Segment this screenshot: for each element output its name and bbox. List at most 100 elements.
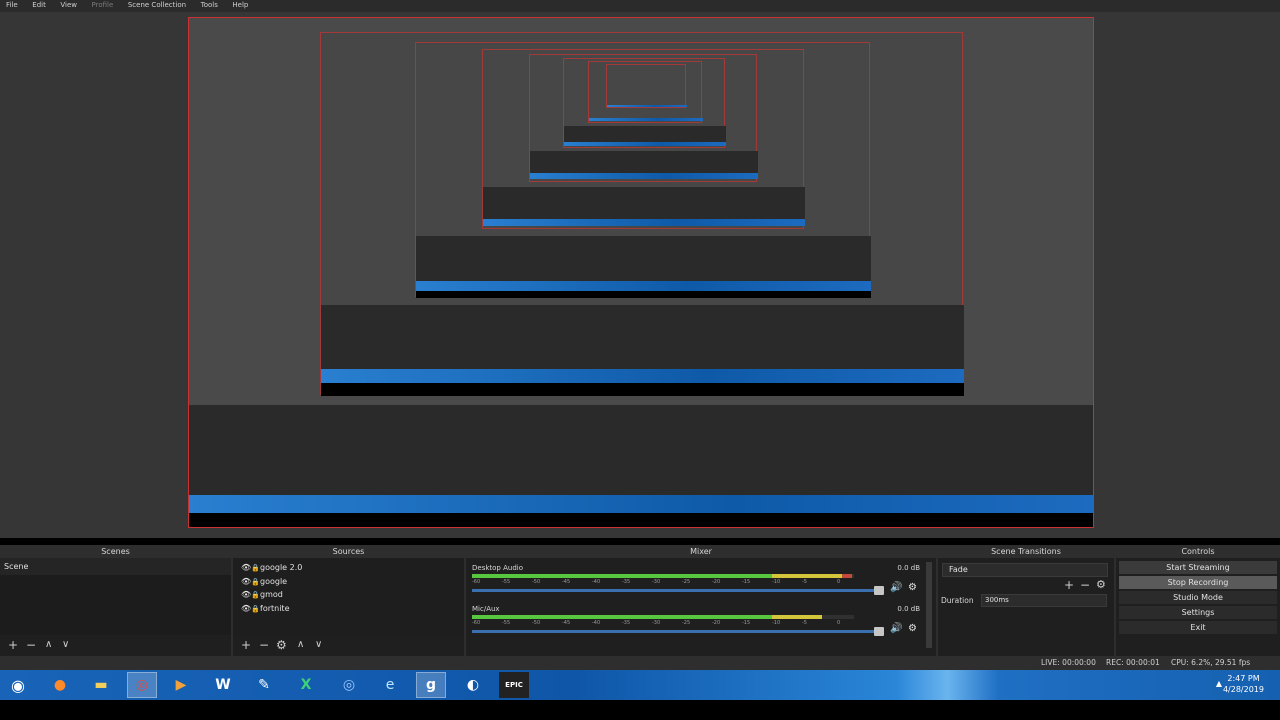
tick: -60 [472,579,481,585]
tick: -40 [592,620,601,626]
source-label: google 2.0 [260,563,303,572]
remove-scene-button[interactable]: − [26,638,36,652]
nested-preview-2 [320,32,964,396]
duration-spinbox[interactable]: 300ms [981,594,1107,607]
visibility-eye-icon[interactable]: 👁 [241,575,251,589]
tick: -5 [802,579,807,585]
visibility-eye-icon[interactable]: 👁 [241,561,251,575]
sources-panel: Sources 👁🔒google 2.0 👁🔒google 👁🔒gmod 👁🔒f… [233,545,464,670]
preview-area[interactable] [0,12,1280,538]
dock-area: Scenes Scene + − ∧ ∨ Sources 👁🔒google 2.… [0,545,1280,670]
controls-panel: Controls Start Streaming Stop Recording … [1116,545,1280,670]
tick: 0 [837,579,841,585]
lock-icon[interactable]: 🔒 [251,562,260,576]
nested-dock-1 [189,405,1093,495]
transition-gear-icon[interactable]: ⚙ [1096,578,1106,592]
sources-list[interactable]: 👁🔒google 2.0 👁🔒google 👁🔒gmod 👁🔒fortnite [233,558,464,635]
volume-slider[interactable] [472,586,884,595]
move-up-icon[interactable]: ∧ [297,638,304,652]
meter-ticks: -60 -55 -50 -45 -40 -35 -30 -25 -20 -15 -10 -5 0 [472,579,854,585]
menu-edit[interactable]: Edit [26,2,52,9]
menu-profile[interactable]: Profile [86,2,120,9]
move-up-icon[interactable]: ∧ [45,638,52,652]
steam-icon[interactable]: ◐ [458,672,488,698]
tick: -50 [532,620,541,626]
remove-source-button[interactable]: − [259,638,269,652]
menu-tools[interactable]: Tools [195,2,224,9]
chrome-icon[interactable]: ◎ [127,672,157,698]
menu-scene-collection[interactable]: Scene Collection [122,2,192,9]
source-properties-gear-icon[interactable]: ⚙ [276,638,287,652]
studio-mode-button[interactable]: Studio Mode [1119,591,1277,604]
channel-gear-icon[interactable]: ⚙ [908,582,917,593]
mixer-body: Desktop Audio 0.0 dB -60 -55 -50 -45 -40 -35-… [466,558,936,650]
tick: -45 [562,620,571,626]
mixer-channel-desktop-audio: Desktop Audio 0.0 dB -60 -55 -50 -45 -40 -35-… [472,564,924,602]
rec-timer: REC: 00:00:01 [1106,658,1160,667]
tick: -45 [562,579,571,585]
source-item[interactable]: 👁🔒gmod [233,588,464,602]
obs-icon[interactable]: g [416,672,446,698]
source-item[interactable]: 👁🔒fortnite [233,602,464,616]
tray-chevron-icon[interactable]: ▲ [1216,679,1222,688]
speaker-mute-icon[interactable]: 🔊 [890,623,902,634]
preview-canvas[interactable] [188,17,1094,528]
cpu-fps: CPU: 6.2%, 29.51 fps [1171,658,1251,667]
nested-black-1 [189,513,1093,527]
tick: -55 [502,620,511,626]
start-streaming-button[interactable]: Start Streaming [1119,561,1277,574]
visibility-eye-icon[interactable]: 👁 [241,602,251,616]
tick: -50 [532,579,541,585]
settings-button[interactable]: Settings [1119,606,1277,619]
stop-recording-button[interactable]: Stop Recording [1119,576,1277,589]
tick: -60 [472,620,481,626]
excel-icon[interactable]: X [291,672,321,698]
firefox-icon[interactable]: ● [45,672,75,698]
epic-games-icon[interactable]: EPIC [499,672,529,698]
tick: -35 [622,579,631,585]
source-item[interactable]: 👁🔒google [233,575,464,589]
volume-meter [472,615,854,619]
bottom-letterbox [0,700,1280,720]
internet-explorer-icon[interactable]: e [375,672,405,698]
tick: -30 [652,579,661,585]
meter-ticks: -60 -55 -50 -45 -40 -35 -30 -25 -20 -15 -10 -5 0 [472,620,854,626]
paint-icon[interactable]: ✎ [249,672,279,698]
media-player-icon[interactable]: ▶ [166,672,196,698]
menu-file[interactable]: File [0,2,24,9]
move-down-icon[interactable]: ∨ [62,638,69,652]
lock-icon[interactable]: 🔒 [251,589,260,603]
menu-view[interactable]: View [54,2,83,9]
transitions-panel: Scene Transitions Fade + − ⚙ Duration 30… [938,545,1114,670]
menu-help[interactable]: Help [226,2,254,9]
file-explorer-icon[interactable]: ▬ [86,672,116,698]
lock-icon[interactable]: 🔒 [251,603,260,617]
mixer-scrollbar[interactable] [926,562,932,648]
start-orb-icon[interactable]: ◉ [3,672,33,698]
chrome-canary-icon[interactable]: ◎ [334,672,364,698]
scene-item[interactable]: Scene [0,558,231,575]
visibility-eye-icon[interactable]: 👁 [241,588,251,602]
volume-slider-handle[interactable] [874,586,884,595]
channel-name: Desktop Audio [472,564,523,572]
transition-select[interactable]: Fade [942,563,1108,577]
word-icon[interactable]: W [208,672,238,698]
channel-gear-icon[interactable]: ⚙ [908,623,917,634]
clock[interactable]: 2:47 PM 4/28/2019 [1223,673,1264,695]
scenes-list[interactable]: Scene [0,558,231,635]
remove-transition-button[interactable]: − [1080,578,1090,592]
channel-name: Mic/Aux [472,605,500,613]
source-item[interactable]: 👁🔒google 2.0 [233,561,464,575]
add-transition-button[interactable]: + [1064,578,1074,592]
tick: -30 [652,620,661,626]
lock-icon[interactable]: 🔒 [251,576,260,590]
volume-slider[interactable] [472,627,884,636]
exit-button[interactable]: Exit [1119,621,1277,634]
tick: -25 [682,620,691,626]
move-down-icon[interactable]: ∨ [315,638,322,652]
add-source-button[interactable]: + [241,638,251,652]
add-scene-button[interactable]: + [8,638,18,652]
tick: -5 [802,620,807,626]
volume-slider-handle[interactable] [874,627,884,636]
speaker-mute-icon[interactable]: 🔊 [890,582,902,593]
